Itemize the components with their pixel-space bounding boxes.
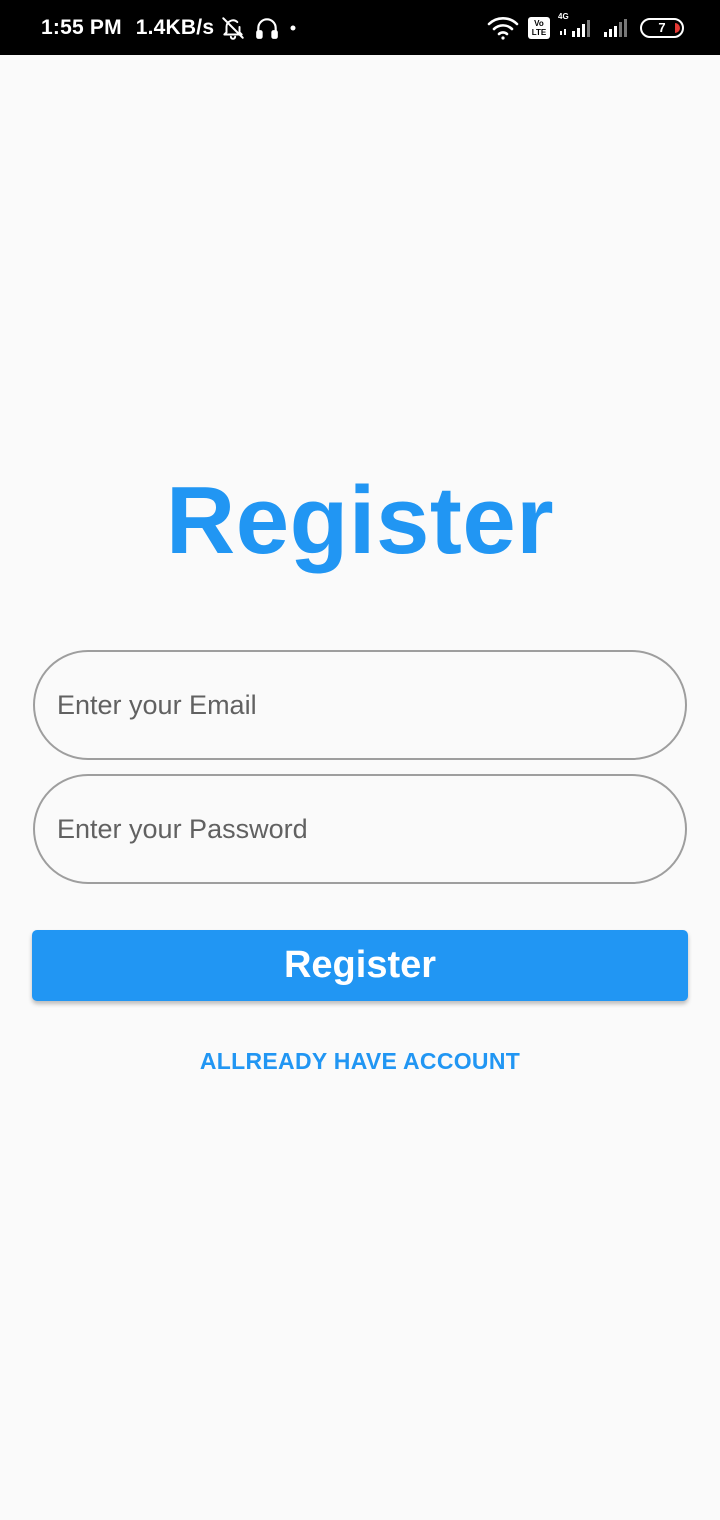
status-bar-left: 1:55 PM 1.4KB/s (41, 0, 296, 55)
volte-line2: LTE (531, 27, 547, 37)
password-field[interactable] (33, 774, 687, 884)
headphones-icon (254, 15, 280, 41)
password-input[interactable] (57, 776, 657, 882)
already-have-account-link[interactable]: ALLREADY HAVE ACCOUNT (0, 1044, 720, 1078)
battery-level: 7 (658, 20, 666, 35)
volte-line1: Vo (534, 18, 544, 28)
battery-icon: 7 (640, 17, 684, 38)
status-bar: 1:55 PM 1.4KB/s Vo LTE 4G 7 (0, 0, 720, 55)
email-field[interactable] (33, 650, 687, 760)
bell-off-icon (220, 15, 246, 41)
status-bar-right: Vo LTE 4G 7 (486, 0, 684, 55)
network-type-label: 4G (558, 11, 569, 21)
battery-low-indicator (675, 22, 680, 33)
status-time: 1:55 PM (41, 15, 122, 39)
signal-4g-icon: 4G (558, 12, 594, 39)
page-title: Register (165, 467, 555, 574)
volte-icon: Vo LTE (528, 16, 550, 39)
signal-icon (602, 17, 632, 39)
wifi-icon (486, 15, 520, 41)
dot-icon (290, 25, 296, 31)
email-input[interactable] (57, 652, 657, 758)
status-net-speed: 1.4KB/s (135, 15, 215, 39)
register-button[interactable]: Register (32, 930, 688, 1001)
